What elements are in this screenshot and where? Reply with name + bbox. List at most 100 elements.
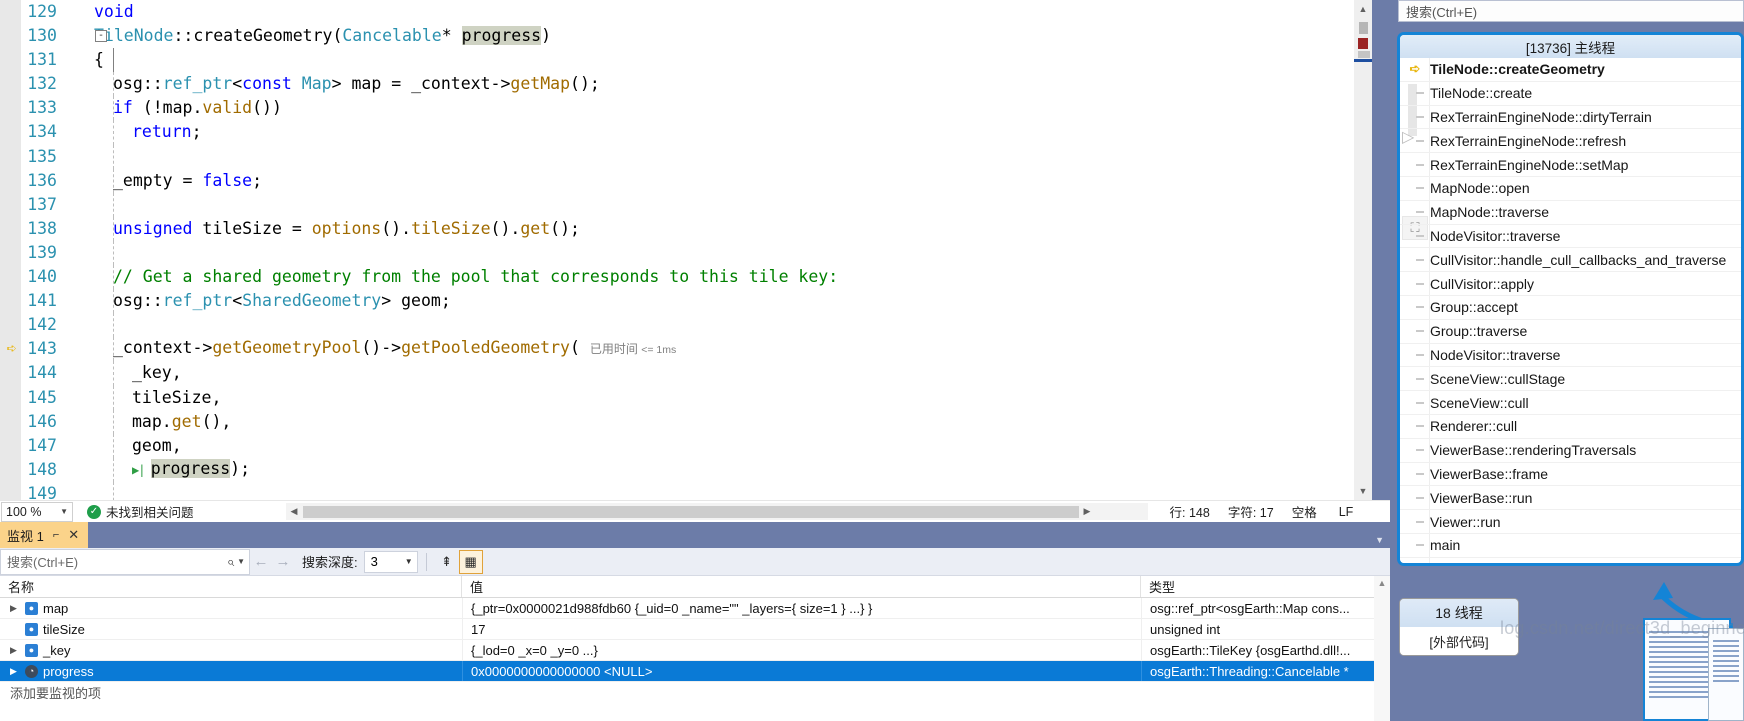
- column-header-value[interactable]: 值: [462, 576, 1141, 597]
- expand-triangle-icon[interactable]: ▶: [10, 666, 20, 677]
- code-editor-pane[interactable]: 129 void 130 - TileNode::createGeometry(Canc…: [0, 0, 1390, 522]
- code-line[interactable]: 144 _key,: [0, 361, 1365, 386]
- callstack-frame-label: MapNode::traverse: [1430, 204, 1550, 221]
- code-line[interactable]: 135: [0, 144, 1365, 169]
- callstack-frame-row[interactable]: MapNode::open: [1400, 177, 1741, 201]
- callstack-frame-row[interactable]: Group::traverse: [1400, 320, 1741, 344]
- watch-cell-name[interactable]: ▶ ● map: [0, 598, 462, 618]
- column-header-type[interactable]: 类型: [1141, 576, 1390, 597]
- chevron-down-icon[interactable]: ▼: [237, 557, 245, 566]
- callstack-frame-row[interactable]: main: [1400, 534, 1741, 558]
- search-next-icon[interactable]: →: [272, 553, 294, 570]
- editor-vertical-scrollbar[interactable]: ▲ ▼: [1354, 0, 1372, 500]
- scroll-left-icon[interactable]: ◀: [286, 506, 303, 517]
- callstack-frame-row[interactable]: Renderer::cull: [1400, 415, 1741, 439]
- chevron-down-icon[interactable]: ▼: [1375, 535, 1384, 545]
- problem-status[interactable]: ✓ 未找到相关问题: [87, 502, 194, 521]
- hex-display-toggle-icon[interactable]: ▦: [458, 549, 483, 574]
- scroll-up-icon[interactable]: ▲: [1354, 0, 1372, 18]
- callstack-frame-row[interactable]: ➪ TileNode::createGeometry: [1400, 58, 1741, 82]
- code-line[interactable]: 141 osg::ref_ptr<SharedGeometry> geom;: [0, 289, 1365, 314]
- code-line[interactable]: 140 // Get a shared geometry from the poo…: [0, 265, 1365, 290]
- callstack-frame-row[interactable]: SceneView::cull: [1400, 391, 1741, 415]
- line-ending-indicator[interactable]: LF: [1339, 505, 1354, 519]
- code-line[interactable]: 131 {: [0, 48, 1365, 73]
- code-line[interactable]: 138 unsigned tileSize = options().tileSiz…: [0, 216, 1365, 241]
- table-row[interactable]: ▶ ◔ progress 0x0000000000000000 <NULL> osgEa…: [0, 661, 1390, 682]
- expand-triangle-icon[interactable]: ▶: [10, 645, 20, 656]
- watch-cell-value[interactable]: {_lod=0 _x=0 _y=0 ...}: [462, 640, 1141, 660]
- preview-thumbnail-right[interactable]: [1708, 628, 1744, 721]
- code-line[interactable]: 146 map.get(),: [0, 409, 1365, 434]
- code-line[interactable]: 129 void: [0, 0, 1365, 24]
- table-row[interactable]: ▶ ● map {_ptr=0x0000021d988fdb60 {_uid=0 _n…: [0, 598, 1390, 619]
- editor-horizontal-scrollbar[interactable]: ◀ ▶: [285, 503, 1096, 520]
- code-line[interactable]: 133 if (!map.valid()): [0, 96, 1365, 121]
- code-line[interactable]: 147 geom,: [0, 433, 1365, 458]
- zoom-level-combobox[interactable]: 100 % ▼: [1, 501, 73, 522]
- watch-cell-name[interactable]: ▶ ◔ progress: [0, 661, 462, 681]
- callstack-search-box[interactable]: 搜索(Ctrl+E): [1398, 0, 1744, 22]
- code-text-area[interactable]: 129 void 130 - TileNode::createGeometry(Canc…: [0, 0, 1365, 506]
- line-number: 144: [27, 363, 57, 383]
- callstack-search-input[interactable]: 搜索(Ctrl+E): [1406, 2, 1477, 21]
- callstack-frame-row[interactable]: RexTerrainEngineNode::setMap: [1400, 153, 1741, 177]
- watch-cell-type: osg::ref_ptr<osgEarth::Map cons...: [1141, 598, 1390, 618]
- code-token: getPooledGeometry: [401, 338, 570, 358]
- filter-pin-icon[interactable]: ⇞: [435, 550, 459, 574]
- expand-triangle-icon[interactable]: ▶: [10, 603, 20, 614]
- callstack-frame-row[interactable]: ViewerBase::frame: [1400, 463, 1741, 487]
- callstack-list-container[interactable]: [13736] 主线程 ▷ ⛶ ➪ TileNode::createGeometr…: [1397, 32, 1744, 566]
- column-header-name[interactable]: 名称: [0, 576, 462, 597]
- scroll-down-icon[interactable]: ▼: [1354, 482, 1372, 500]
- watch-cell-value[interactable]: {_ptr=0x0000021d988fdb60 {_uid=0 _name="…: [462, 598, 1141, 618]
- scroll-right-icon[interactable]: ▶: [1079, 506, 1096, 517]
- callstack-frame-row[interactable]: ViewerBase::renderingTraversals: [1400, 439, 1741, 463]
- callstack-frame-row[interactable]: ViewerBase::run: [1400, 486, 1741, 511]
- scroll-up-icon[interactable]: ▲: [1374, 578, 1390, 588]
- search-prev-icon[interactable]: ←: [250, 553, 272, 570]
- close-icon[interactable]: ✕: [68, 527, 79, 543]
- callstack-frame-row[interactable]: Viewer::run: [1400, 510, 1741, 534]
- scrollbar-thumb[interactable]: [1358, 51, 1370, 58]
- table-row[interactable]: ● tileSize 17 unsigned int: [0, 619, 1390, 640]
- callstack-frame-row[interactable]: CullVisitor::apply: [1400, 272, 1741, 296]
- table-row[interactable]: ▶ ● _key {_lod=0 _x=0 _y=0 ...} osgEarth::Ti…: [0, 640, 1390, 661]
- code-line[interactable]: 139: [0, 240, 1365, 266]
- watch-cell-name[interactable]: ● tileSize: [0, 619, 462, 639]
- thread-callout-box[interactable]: 18 线程 [外部代码]: [1399, 598, 1519, 656]
- watch-search-box[interactable]: 搜索(Ctrl+E) ⌕ ▼: [0, 548, 250, 575]
- watch-cell-name[interactable]: ▶ ● _key: [0, 640, 462, 660]
- watch-cell-value[interactable]: 17: [462, 619, 1141, 639]
- tab-watch-1[interactable]: 监视 1 ⌐ ✕: [0, 522, 89, 548]
- callstack-frame-row[interactable]: CullVisitor::handle_cull_callbacks_and_t…: [1400, 248, 1741, 273]
- code-line[interactable]: 145 tileSize,: [0, 385, 1365, 410]
- hscroll-thumb[interactable]: [302, 505, 1079, 518]
- pin-icon[interactable]: ⌐: [53, 529, 59, 541]
- callstack-frame-row[interactable]: SceneView::cullStage: [1400, 367, 1741, 392]
- code-line[interactable]: 148 ▶| progress);: [0, 457, 1365, 482]
- code-line[interactable]: 130 - TileNode::createGeometry(Cancelable*…: [0, 24, 1365, 48]
- code-line[interactable]: 142: [0, 313, 1365, 338]
- code-token: osg: [113, 74, 143, 94]
- watch-search-input[interactable]: 搜索(Ctrl+E): [7, 552, 227, 571]
- watch-add-row[interactable]: 添加要监视的项: [0, 682, 1390, 703]
- callstack-frame-row[interactable]: RexTerrainEngineNode::refresh: [1400, 129, 1741, 154]
- search-depth-combobox[interactable]: 3 ▼: [363, 550, 418, 573]
- watch-cell-value[interactable]: 0x0000000000000000 <NULL>: [462, 661, 1141, 681]
- callstack-frame-row[interactable]: MapNode::traverse: [1400, 201, 1741, 225]
- callstack-frame-row[interactable]: NodeVisitor::traverse: [1400, 344, 1741, 368]
- watch-vertical-scrollbar[interactable]: ▲: [1374, 576, 1390, 721]
- code-line[interactable]: ➪ 143 _context->getGeometryPool()->getPool…: [0, 337, 1365, 362]
- code-line[interactable]: 136 _empty = false;: [0, 168, 1365, 193]
- callstack-frame-row[interactable]: Group::accept: [1400, 296, 1741, 320]
- callstack-frame-row[interactable]: TileNode::create: [1400, 82, 1741, 106]
- step-into-marker-icon[interactable]: ▶|: [132, 463, 151, 477]
- search-icon[interactable]: ⌕: [227, 554, 234, 570]
- code-line[interactable]: 132 osg::ref_ptr<const Map> map = _contex…: [0, 72, 1365, 97]
- collapse-toggle-icon[interactable]: -: [95, 30, 107, 43]
- code-line[interactable]: 134 return;: [0, 120, 1365, 145]
- callstack-frame-row[interactable]: NodeVisitor::traverse: [1400, 225, 1741, 249]
- callstack-frame-row[interactable]: RexTerrainEngineNode::dirtyTerrain: [1400, 106, 1741, 130]
- code-line[interactable]: 137: [0, 192, 1365, 217]
